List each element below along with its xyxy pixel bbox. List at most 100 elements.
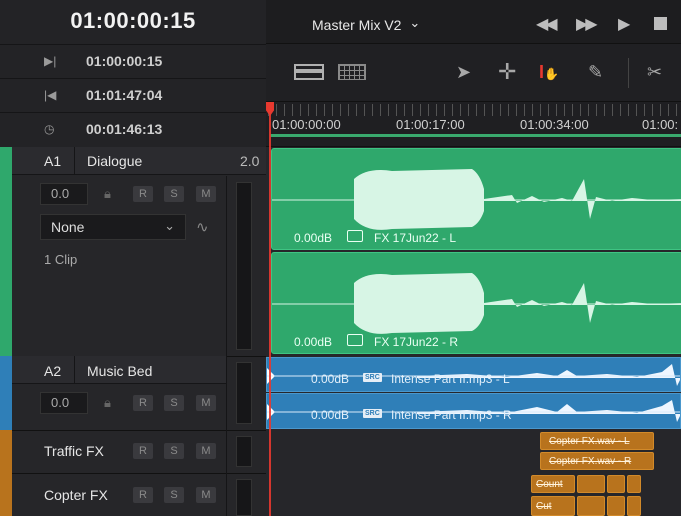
mute-button[interactable]: M bbox=[196, 487, 216, 503]
level-meter bbox=[236, 436, 252, 467]
ruler-label: 01:00:00:00 bbox=[272, 117, 341, 132]
range-select-icon[interactable]: ✛ bbox=[498, 59, 516, 85]
audio-clip[interactable] bbox=[577, 475, 605, 493]
track-title-divider bbox=[74, 356, 75, 384]
track-color-strip bbox=[0, 473, 12, 516]
out-point-row: |◀ 01:01:47:04 bbox=[0, 78, 266, 112]
lock-icon[interactable]: 🔒︎ bbox=[104, 395, 111, 411]
audio-clip[interactable]: Count bbox=[531, 475, 575, 493]
grid-view-icon[interactable] bbox=[338, 64, 366, 80]
current-timecode: 01:00:00:15 bbox=[70, 8, 196, 33]
duration-clock-icon: ◷ bbox=[44, 122, 55, 136]
in-point-icon: ▶| bbox=[44, 54, 57, 68]
mute-button[interactable]: M bbox=[196, 395, 216, 411]
chevron-down-icon: ⌄ bbox=[164, 218, 175, 233]
solo-button[interactable]: S bbox=[164, 443, 184, 459]
clip-gain: 0.00dB bbox=[311, 408, 350, 422]
audio-clip[interactable]: 0.00dB SRC Intense Part II.mp3 - R bbox=[266, 393, 681, 429]
record-arm-button[interactable]: R bbox=[133, 487, 153, 503]
audio-clip[interactable] bbox=[577, 496, 605, 516]
waveform bbox=[272, 273, 681, 334]
track-format: 2.0 bbox=[240, 153, 260, 169]
solo-button[interactable]: S bbox=[164, 487, 184, 503]
draw-pencil-icon[interactable]: ✎ bbox=[588, 62, 603, 83]
mix-selector[interactable]: Master Mix V2 ⌄ bbox=[312, 15, 421, 34]
waveform bbox=[272, 169, 681, 230]
timeline-view-icon[interactable] bbox=[294, 64, 324, 80]
lock-icon[interactable]: 🔒︎ bbox=[104, 186, 111, 202]
ruler-label: 01:00:17:00 bbox=[396, 117, 465, 132]
chevron-down-icon: ⌄ bbox=[409, 15, 421, 30]
clip-gain: 0.00dB bbox=[311, 372, 350, 386]
send-select-value: None bbox=[51, 219, 85, 235]
level-meter bbox=[236, 182, 252, 350]
pointer-tool-icon[interactable]: ➤ bbox=[456, 62, 471, 83]
ruler-label: 01:00: bbox=[642, 117, 679, 132]
fast-forward-icon[interactable]: ▶▶ bbox=[576, 14, 598, 34]
src-badge: SRC bbox=[363, 373, 382, 382]
meter-divider bbox=[226, 176, 227, 356]
clip-name: Copter FX.wav - R bbox=[549, 456, 632, 467]
mute-button[interactable]: M bbox=[196, 186, 216, 202]
audio-clip[interactable] bbox=[627, 496, 641, 516]
clip-count: 1 Clip bbox=[44, 252, 78, 267]
meter-divider bbox=[226, 473, 227, 516]
mix-title: Master Mix V2 bbox=[312, 17, 402, 33]
record-arm-button[interactable]: R bbox=[133, 443, 153, 459]
ruler-ticks bbox=[268, 104, 681, 116]
track-name[interactable]: Copter FX bbox=[44, 487, 108, 503]
duration-row: ◷ 00:01:46:13 bbox=[0, 112, 266, 146]
track-color-strip bbox=[0, 430, 12, 473]
track-color-strip bbox=[0, 356, 12, 430]
clip-name: FX 17Jun22 - R bbox=[374, 335, 459, 349]
track-title-divider bbox=[74, 147, 75, 175]
track-color-strip bbox=[0, 147, 12, 356]
track-name[interactable]: Traffic FX bbox=[44, 443, 104, 459]
in-point-row: ▶| 01:00:00:15 bbox=[0, 44, 266, 78]
audio-clip[interactable]: 0.00dB SRC Intense Part II.mp3 - L bbox=[266, 357, 681, 392]
rewind-icon[interactable]: ◀◀ bbox=[536, 14, 558, 34]
clip-name: Count bbox=[536, 479, 563, 490]
record-arm-button[interactable]: R bbox=[133, 395, 153, 411]
clip-name: Intense Part II.mp3 - L bbox=[391, 372, 510, 386]
audio-clip[interactable]: Cut bbox=[531, 496, 575, 516]
clip-gain: 0.00dB bbox=[294, 231, 333, 245]
razor-scissors-icon[interactable]: ✂ bbox=[647, 62, 662, 83]
audio-clip[interactable] bbox=[627, 475, 641, 493]
clip-name: Cut bbox=[536, 501, 552, 512]
duration-value: 00:01:46:13 bbox=[86, 121, 163, 137]
audio-clip[interactable] bbox=[607, 496, 625, 516]
send-select[interactable]: None ⌄ bbox=[40, 214, 186, 240]
track-volume[interactable]: 0.0 bbox=[40, 392, 88, 414]
audio-clip[interactable]: 0.00dB FX 17Jun22 - L bbox=[271, 148, 681, 250]
track-name[interactable]: Music Bed bbox=[87, 363, 152, 379]
audio-clip[interactable]: Copter FX.wav - R bbox=[540, 452, 654, 470]
clip-name: FX 17Jun22 - L bbox=[374, 231, 457, 245]
track-volume[interactable]: 0.0 bbox=[40, 183, 88, 205]
level-meter bbox=[236, 362, 252, 424]
src-badge: SRC bbox=[363, 409, 382, 418]
clip-gain: 0.00dB bbox=[294, 335, 333, 349]
audio-clip[interactable] bbox=[607, 475, 625, 493]
clip-type-icon bbox=[347, 230, 363, 242]
out-point-value: 01:01:47:04 bbox=[86, 87, 163, 103]
clip-type-icon bbox=[347, 334, 363, 346]
audio-clip[interactable]: Copter FX.wav - L bbox=[540, 432, 654, 450]
stop-icon[interactable] bbox=[654, 17, 667, 30]
render-range-bar bbox=[270, 134, 681, 137]
solo-button[interactable]: S bbox=[164, 395, 184, 411]
track-id: A2 bbox=[44, 363, 62, 379]
record-arm-button[interactable]: R bbox=[133, 186, 153, 202]
audio-clip[interactable]: 0.00dB FX 17Jun22 - R bbox=[271, 252, 681, 354]
edit-selection-tool-icon[interactable]: I✋ bbox=[539, 62, 559, 83]
mute-button[interactable]: M bbox=[196, 443, 216, 459]
clip-name: Copter FX.wav - L bbox=[549, 436, 630, 447]
ruler-label: 01:00:34:00 bbox=[520, 117, 589, 132]
waveform-toggle-icon[interactable]: ∿ bbox=[196, 218, 209, 236]
out-point-icon: |◀ bbox=[44, 88, 57, 102]
track-name[interactable]: Dialogue bbox=[87, 153, 142, 169]
meter-divider bbox=[226, 356, 227, 430]
solo-button[interactable]: S bbox=[164, 186, 184, 202]
play-icon[interactable]: ▶ bbox=[618, 14, 630, 34]
playhead-line[interactable] bbox=[269, 102, 271, 516]
